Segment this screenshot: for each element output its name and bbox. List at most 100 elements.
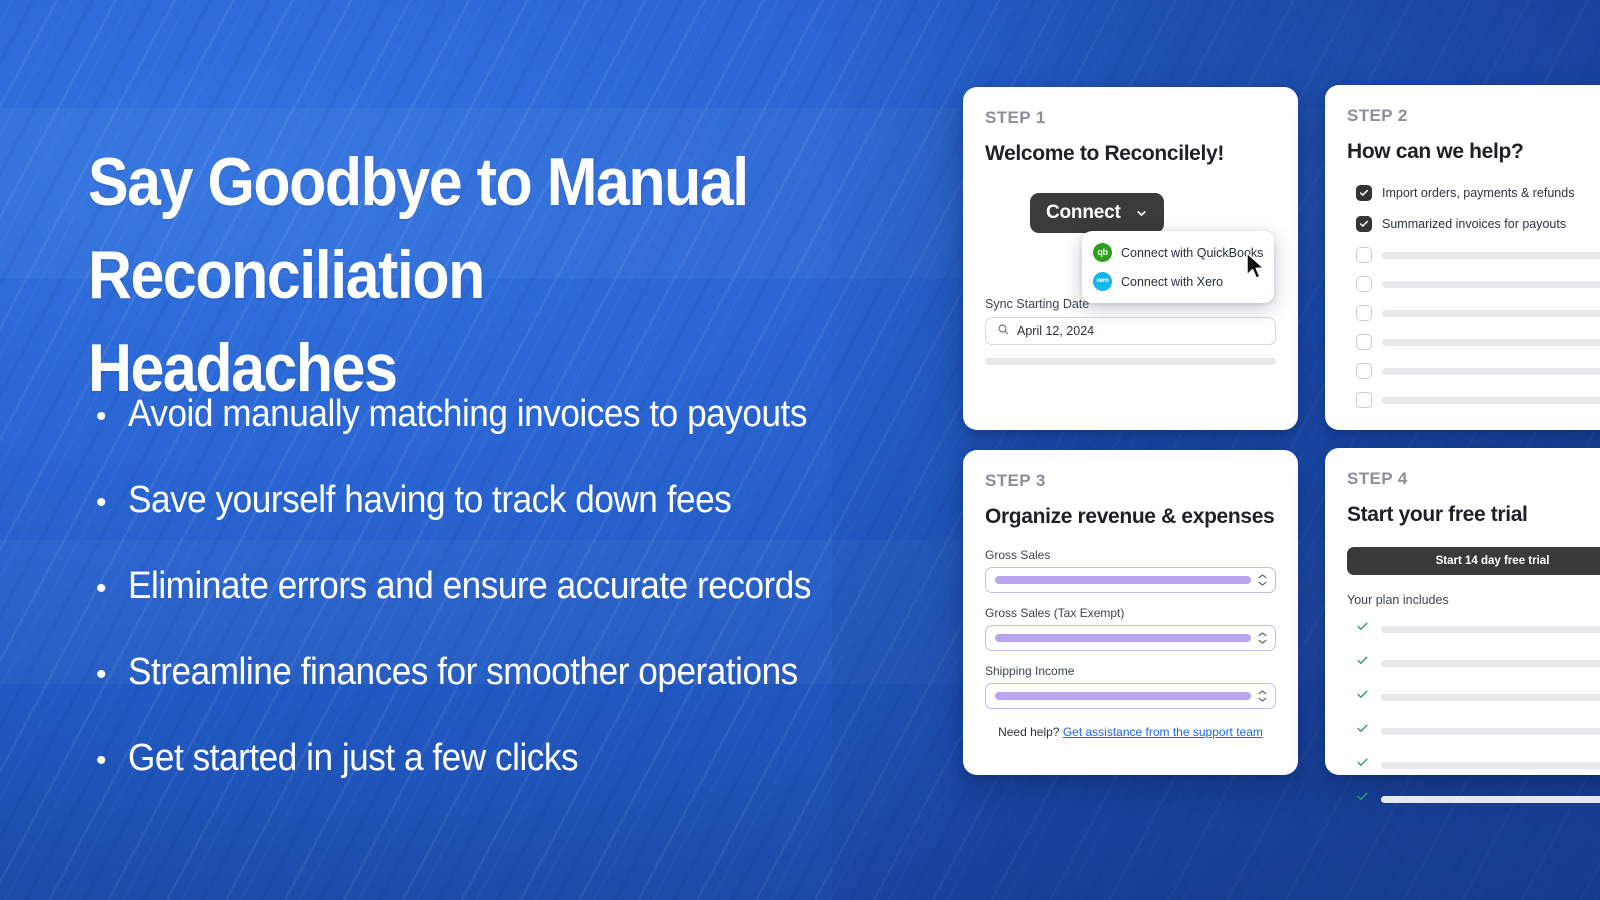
placeholder-bar [1381, 795, 1600, 803]
checkbox-unchecked-icon[interactable] [1356, 392, 1372, 408]
list-item-label: Eliminate errors and ensure accurate rec… [128, 565, 811, 607]
step-3-heading: Organize revenue & expenses [985, 505, 1275, 528]
field-label: Gross Sales (Tax Exempt) [985, 606, 1125, 620]
field-label: Shipping Income [985, 664, 1075, 678]
plan-includes-label: Your plan includes [1347, 593, 1449, 607]
help-prefix-label: Need help? [998, 725, 1060, 739]
placeholder-bar [1382, 396, 1600, 404]
connect-button[interactable]: Connect [1030, 193, 1164, 233]
placeholder-bar [1382, 338, 1600, 346]
list-item: • Save yourself having to track down fee… [96, 478, 936, 525]
placeholder-bar [1382, 309, 1600, 317]
field-group-gross-sales: Gross Sales [985, 548, 1276, 593]
bullet-dot-icon: • [96, 744, 107, 777]
check-icon [1356, 756, 1369, 774]
selected-value-bar [995, 576, 1251, 584]
bullet-dot-icon: • [96, 400, 107, 433]
plan-feature-row [1347, 654, 1600, 672]
quickbooks-icon: qb [1093, 243, 1112, 262]
option-row-placeholder[interactable] [1356, 276, 1600, 292]
checkbox-unchecked-icon[interactable] [1356, 363, 1372, 379]
sync-date-value: April 12, 2024 [1017, 324, 1095, 338]
step-2-heading: How can we help? [1347, 140, 1524, 163]
selected-value-bar [995, 692, 1251, 700]
placeholder-bar [1381, 659, 1600, 667]
help-options-list: Import orders, payments & refunds Summar… [1347, 185, 1600, 408]
option-row-placeholder[interactable] [1356, 334, 1600, 350]
plan-feature-row [1347, 620, 1600, 638]
step-2-card: STEP 2 How can we help? Import orders, p… [1325, 85, 1600, 430]
account-mapping-fields: Gross Sales Gross Sales (Tax Exempt) Shi… [985, 548, 1276, 709]
support-team-link[interactable]: Get assistance from the support team [1063, 725, 1263, 739]
step-4-heading: Start your free trial [1347, 503, 1528, 526]
placeholder-bar [1381, 625, 1600, 633]
check-icon [1356, 654, 1369, 672]
stepper-arrows-icon[interactable] [1258, 632, 1267, 644]
step-4-card: STEP 4 Start your free trial Start 14 da… [1325, 448, 1600, 803]
support-help-line: Need help? Get assistance from the suppo… [985, 725, 1276, 739]
menu-item-connect-xero[interactable]: xero Connect with Xero [1082, 267, 1274, 296]
step-3-card: STEP 3 Organize revenue & expenses Gross… [963, 450, 1298, 775]
check-icon [1356, 688, 1369, 706]
slide-canvas: Say Goodbye to Manual Reconciliation Hea… [0, 0, 1600, 900]
option-label: Import orders, payments & refunds [1382, 186, 1575, 200]
option-row-placeholder[interactable] [1356, 247, 1600, 263]
stepper-arrows-icon[interactable] [1258, 574, 1267, 586]
option-row-placeholder[interactable] [1356, 305, 1600, 321]
placeholder-bar [1382, 251, 1600, 259]
option-label: Summarized invoices for payouts [1382, 217, 1567, 231]
bullet-dot-icon: • [96, 658, 107, 691]
check-icon [1356, 620, 1369, 638]
page-title: Say Goodbye to Manual Reconciliation Hea… [88, 144, 749, 406]
gross-sales-tax-exempt-select[interactable] [985, 625, 1276, 651]
placeholder-bar [1381, 761, 1600, 769]
search-icon [997, 322, 1009, 340]
option-row-placeholder[interactable] [1356, 392, 1600, 408]
list-item-label: Streamline finances for smoother operati… [128, 651, 798, 693]
connect-control-group: Connect qb Connect with QuickBooks xero … [985, 193, 1276, 303]
list-item: • Get started in just a few clicks [96, 736, 936, 783]
plan-feature-row [1347, 722, 1600, 740]
chevron-down-icon [1135, 207, 1148, 220]
placeholder-bar [1381, 727, 1600, 735]
connect-button-label: Connect [1046, 202, 1121, 223]
field-group-gross-sales-tax-exempt: Gross Sales (Tax Exempt) [985, 606, 1276, 651]
step-2-label: STEP 2 [1347, 106, 1408, 125]
option-row-placeholder[interactable] [1356, 363, 1600, 379]
benefits-list: • Avoid manually matching invoices to pa… [96, 392, 936, 822]
list-item: • Streamline finances for smoother opera… [96, 650, 936, 697]
list-item-label: Get started in just a few clicks [128, 737, 579, 779]
list-item: • Avoid manually matching invoices to pa… [96, 392, 936, 439]
shipping-income-select[interactable] [985, 683, 1276, 709]
checkbox-unchecked-icon[interactable] [1356, 247, 1372, 263]
checkbox-checked-icon[interactable] [1356, 185, 1372, 201]
sync-date-input[interactable]: April 12, 2024 [985, 317, 1276, 345]
plan-feature-row [1347, 688, 1600, 706]
option-row-checked[interactable]: Summarized invoices for payouts [1356, 216, 1600, 232]
checkbox-unchecked-icon[interactable] [1356, 305, 1372, 321]
stepper-arrows-icon[interactable] [1258, 690, 1267, 702]
menu-item-label: Connect with QuickBooks [1121, 245, 1264, 260]
plan-feature-row [1347, 756, 1600, 774]
checkbox-checked-icon[interactable] [1356, 216, 1372, 232]
placeholder-bar [1382, 280, 1600, 288]
start-free-trial-button[interactable]: Start 14 day free trial [1347, 547, 1600, 575]
menu-item-label: Connect with Xero [1121, 274, 1224, 289]
list-item-label: Avoid manually matching invoices to payo… [128, 393, 807, 435]
check-icon [1356, 790, 1369, 808]
connect-dropdown-menu: qb Connect with QuickBooks xero Connect … [1082, 231, 1274, 303]
plan-features-list [1347, 620, 1600, 808]
checkbox-unchecked-icon[interactable] [1356, 276, 1372, 292]
field-group-shipping-income: Shipping Income [985, 664, 1276, 709]
option-row-checked[interactable]: Import orders, payments & refunds [1356, 185, 1600, 201]
checkbox-unchecked-icon[interactable] [1356, 334, 1372, 350]
quickbooks-icon-text: qb [1097, 247, 1108, 257]
plan-feature-row [1347, 790, 1600, 808]
menu-item-connect-quickbooks[interactable]: qb Connect with QuickBooks [1082, 238, 1274, 267]
bullet-dot-icon: • [96, 572, 107, 605]
placeholder-bar [985, 358, 1276, 365]
gross-sales-select[interactable] [985, 567, 1276, 593]
hero-section: Say Goodbye to Manual Reconciliation Hea… [88, 136, 888, 415]
bullet-dot-icon: • [96, 486, 107, 519]
xero-icon: xero [1093, 272, 1112, 291]
